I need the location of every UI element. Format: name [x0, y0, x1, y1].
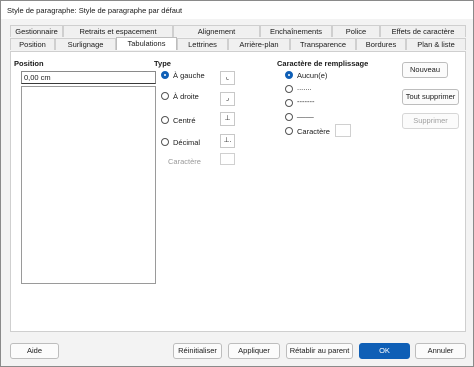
- restore-parent-button[interactable]: Rétablir au parent: [286, 343, 353, 359]
- cancel-button[interactable]: Annuler: [415, 343, 466, 359]
- type-character-label: Caractère: [168, 157, 201, 166]
- tab-lettrines[interactable]: Lettrines: [177, 38, 228, 50]
- type-decimal-label[interactable]: Décimal: [173, 138, 200, 147]
- tab-plan-liste[interactable]: Plan & liste: [406, 38, 466, 50]
- tab-retraits-espacement[interactable]: Retraits et espacement: [63, 25, 173, 37]
- title-bar: Style de paragraphe: Style de paragraphe…: [1, 1, 473, 19]
- type-left-radio[interactable]: [161, 71, 169, 79]
- fill-dots-radio[interactable]: [285, 85, 293, 93]
- type-center-label[interactable]: Centré: [173, 116, 196, 125]
- tab-surlignage[interactable]: Surlignage: [55, 38, 116, 50]
- paragraph-style-dialog: Style de paragraphe: Style de paragraphe…: [0, 0, 474, 367]
- tab-alignement[interactable]: Alignement: [173, 25, 260, 37]
- delete-button[interactable]: Supprimer: [402, 113, 459, 129]
- fill-character-input[interactable]: [335, 124, 351, 137]
- window-title: Style de paragraphe: Style de paragraphe…: [7, 6, 183, 15]
- type-center-radio[interactable]: [161, 116, 169, 124]
- fill-label: Caractère de remplissage: [277, 59, 369, 68]
- fill-character-label[interactable]: Caractère: [297, 127, 330, 136]
- tab-enchainements[interactable]: Enchaînements: [260, 25, 332, 37]
- reset-button[interactable]: Réinitialiser: [173, 343, 222, 359]
- type-left-label[interactable]: À gauche: [173, 71, 205, 80]
- type-right-radio[interactable]: [161, 92, 169, 100]
- tab-effets-caractere[interactable]: Effets de caractère: [380, 25, 466, 37]
- type-label: Type: [154, 59, 171, 68]
- tab-position[interactable]: Position: [10, 38, 55, 50]
- type-right-label[interactable]: À droite: [173, 92, 199, 101]
- type-character-input: [220, 153, 235, 165]
- fill-dots-label[interactable]: .......: [297, 83, 312, 92]
- tab-decimal-icon: ⊥.: [220, 134, 235, 148]
- fill-underscore-label[interactable]: ____: [297, 109, 314, 118]
- tab-police[interactable]: Police: [332, 25, 380, 37]
- tab-gestionnaire[interactable]: Gestionnaire: [10, 25, 63, 37]
- fill-underscore-radio[interactable]: [285, 113, 293, 121]
- delete-all-button[interactable]: Tout supprimer: [402, 89, 459, 105]
- tab-tabulations[interactable]: Tabulations: [116, 37, 177, 50]
- type-decimal-radio[interactable]: [161, 138, 169, 146]
- new-button[interactable]: Nouveau: [402, 62, 448, 78]
- help-button[interactable]: Aide: [10, 343, 59, 359]
- ok-button[interactable]: OK: [359, 343, 410, 359]
- fill-dashes-radio[interactable]: [285, 99, 293, 107]
- apply-button[interactable]: Appliquer: [228, 343, 280, 359]
- tab-right-icon: ⌟: [220, 92, 235, 106]
- fill-character-radio[interactable]: [285, 127, 293, 135]
- tab-positions-list[interactable]: [21, 86, 156, 284]
- tab-left-icon: ⌞: [220, 71, 235, 85]
- position-input[interactable]: 0,00 cm: [21, 71, 156, 84]
- position-label: Position: [14, 59, 44, 68]
- tabulations-panel: Position 0,00 cm Type À gauche ⌞ À droit…: [10, 51, 466, 332]
- fill-dashes-label[interactable]: -------: [297, 97, 314, 106]
- fill-none-label[interactable]: Aucun(e): [297, 71, 327, 80]
- tab-center-icon: ⊥: [220, 112, 235, 126]
- tab-transparence[interactable]: Transparence: [290, 38, 356, 50]
- fill-none-radio[interactable]: [285, 71, 293, 79]
- tab-bordures[interactable]: Bordures: [356, 38, 406, 50]
- tab-arriere-plan[interactable]: Arrière-plan: [228, 38, 290, 50]
